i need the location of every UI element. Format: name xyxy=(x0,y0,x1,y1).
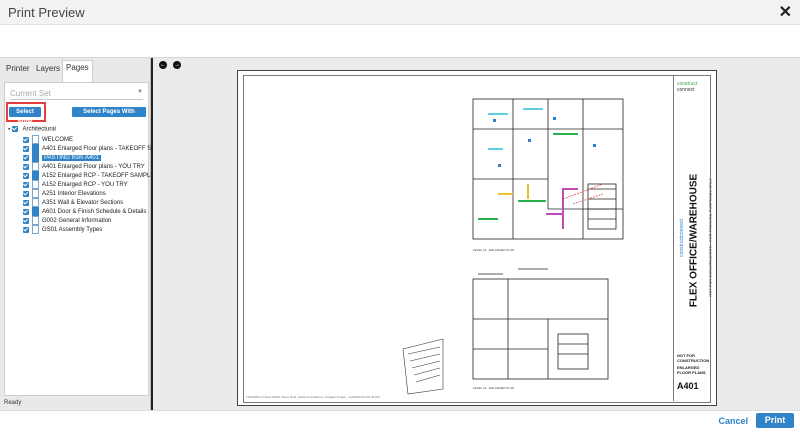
checkbox[interactable] xyxy=(23,208,29,215)
cancel-button[interactable]: Cancel xyxy=(718,416,748,426)
sheet-footnote: TRAINING Printed 4/2021 Steve Reid, Wols… xyxy=(246,395,380,399)
pages-panel: Current Set ▼ Select None Select Pages W… xyxy=(4,82,155,396)
checkbox[interactable] xyxy=(23,190,29,197)
tree-node-label: A401 Enlarged Floor plans - TAKEOFF SA xyxy=(42,146,156,153)
checkbox[interactable] xyxy=(23,172,29,179)
next-page-icon[interactable]: → xyxy=(173,61,181,69)
prev-page-icon[interactable]: ← xyxy=(159,61,167,69)
project-title: FLEX OFFICE/WAREHOUSE xyxy=(688,173,700,308)
window-title: Print Preview xyxy=(8,5,85,20)
checkbox[interactable] xyxy=(23,217,29,224)
tree-node-label: A401 Enlarged Floor plans - YOU TRY xyxy=(42,164,145,171)
tab-layers[interactable]: Layers xyxy=(33,62,63,80)
set-select-value: Current Set xyxy=(10,89,51,98)
brand-vertical: constructconnect xyxy=(679,219,685,257)
tree-node-label: A601 Door & Finish Schedule & Details xyxy=(42,209,147,216)
project-title-block: FLEX OFFICE/WAREHOUSE NOT FOR CONSTRUCTI… xyxy=(679,155,713,335)
tree-node-label: PASTING from A401 xyxy=(42,155,101,162)
page-icon xyxy=(32,198,39,207)
tree-node[interactable]: GS01 Assembly Types xyxy=(23,225,102,235)
tree-node-label: G002 General Information xyxy=(42,218,112,225)
chevron-down-icon: ▼ xyxy=(137,89,143,95)
plan-label-1: LEVEL 01 - ENLARGED PLAN xyxy=(473,248,514,252)
tree-node-label: A152 Enlarged RCP - YOU TRY xyxy=(42,182,128,189)
brand-logo: construct connect xyxy=(677,81,697,93)
tree-node-label: Architectural xyxy=(22,126,56,133)
tab-pages[interactable]: Pages xyxy=(62,60,93,83)
select-none-button[interactable]: Select None xyxy=(9,107,41,125)
checkbox[interactable] xyxy=(23,136,29,143)
tree-node-label: GS01 Assembly Types xyxy=(42,227,103,234)
tree-node-label: A251 Interior Elevations xyxy=(42,191,106,198)
tab-printer[interactable]: Printer xyxy=(3,62,33,80)
checkbox[interactable] xyxy=(23,226,29,233)
page-icon xyxy=(32,153,39,162)
checkbox[interactable] xyxy=(23,181,29,188)
page-icon xyxy=(32,207,39,216)
checkbox[interactable] xyxy=(23,199,29,206)
set-select[interactable]: Current Set ▼ xyxy=(10,89,143,100)
status-text: Ready xyxy=(4,400,22,406)
page-icon xyxy=(32,189,39,198)
sheet-description: ENLARGED FLOOR PLANS xyxy=(677,365,706,375)
dialog-footer: Cancel Print xyxy=(0,410,800,435)
checkbox[interactable] xyxy=(23,154,29,161)
tree-node-label: WELCOME xyxy=(42,137,74,144)
page-icon xyxy=(32,225,39,234)
page-icon xyxy=(32,171,39,180)
project-subtitle: NOT FOR CONSTRUCTION - FOR TRAINING PURP… xyxy=(707,178,713,297)
checkbox[interactable] xyxy=(12,126,19,132)
checkbox[interactable] xyxy=(23,145,29,152)
title-bar: Print Preview ✕ xyxy=(0,0,800,25)
not-for-construction-note: NOT FOR CONSTRUCTION xyxy=(677,353,710,363)
expand-icon: ▾ xyxy=(8,126,11,133)
tab-strip: Printer Layers Pages xyxy=(0,58,150,83)
tree-node-label: A351 Wall & Elevator Sections xyxy=(42,200,124,207)
print-button[interactable]: Print xyxy=(756,413,794,428)
sheet-number: A401 xyxy=(677,381,699,391)
title-block: construct connect FLEX OFFICE/WAREHOUSE … xyxy=(673,75,713,401)
floor-plan-drawing: LEVEL 01 - ENLARGED PLAN LEVEL 01 - ENLA… xyxy=(402,98,624,395)
left-panel: Printer Layers Pages Current Set ▼ Selec… xyxy=(0,58,155,410)
plan-label-2: LEVEL 01 - ENLARGED PLAN xyxy=(473,386,514,390)
page-icon xyxy=(32,216,39,225)
checkbox[interactable] xyxy=(23,163,29,170)
page-icon xyxy=(32,144,39,153)
close-icon[interactable]: ✕ xyxy=(779,2,792,22)
drawing-sheet: LEVEL 01 - ENLARGED PLAN LEVEL 01 - ENLA… xyxy=(237,70,717,406)
page-icon xyxy=(32,162,39,171)
select-pages-with-takeoff-button[interactable]: Select Pages With Takeoff xyxy=(72,107,146,125)
preview-pane: ← → LEVEL 01 - ENLARGED PLAN LEVEL 01 - … xyxy=(151,58,800,410)
tree-node-label: A152 Enlarged RCP - TAKEOFF SAMPLE xyxy=(42,173,155,180)
toolbar-area xyxy=(0,25,800,58)
page-icon xyxy=(32,180,39,189)
page-icon xyxy=(32,135,39,144)
logo-line-2: connect xyxy=(677,87,695,93)
